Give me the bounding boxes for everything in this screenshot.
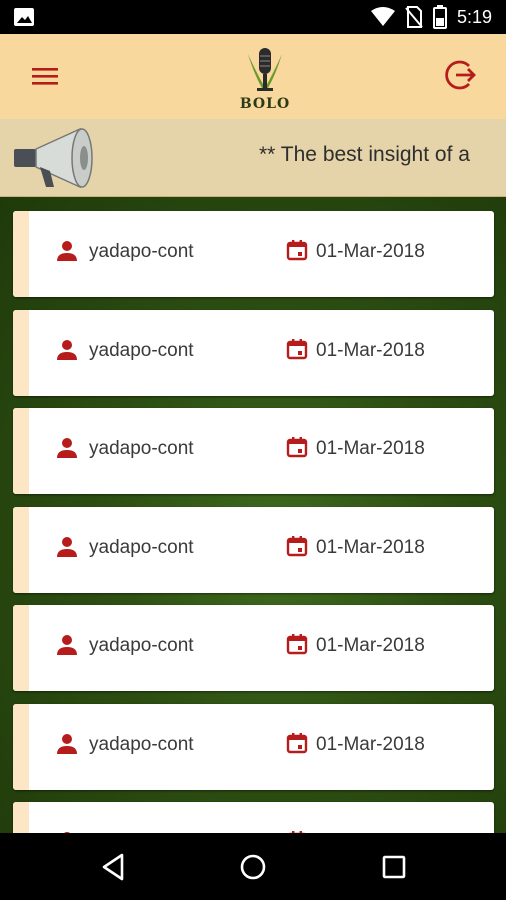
person-icon (57, 438, 77, 458)
post-user: yadapo-cont (89, 733, 194, 755)
status-time: 5:19 (456, 6, 492, 27)
navigation-bar (0, 833, 506, 900)
post-date: 01-Mar-2018 (316, 635, 425, 656)
calendar-icon (286, 338, 308, 359)
wifi-icon (370, 7, 395, 26)
post-user: yadapo-cont (89, 635, 194, 656)
post-card[interactable] (13, 802, 494, 833)
post-date: 01-Mar-2018 (316, 241, 425, 262)
calendar-icon (286, 732, 308, 753)
card-accent (13, 309, 29, 396)
post-card[interactable]: yadapo-cont 01-Mar-2018 (13, 506, 494, 593)
recents-icon[interactable] (377, 850, 411, 884)
post-card[interactable]: yadapo-cont 01-Mar-2018 (13, 211, 494, 297)
logo-text: BOLO (239, 96, 291, 112)
calendar-icon (286, 535, 308, 556)
post-card[interactable]: yadapo-cont 01-Mar-2018 (13, 408, 494, 494)
post-date: 01-Mar-2018 (316, 733, 425, 755)
post-list: yadapo-cont 01-Mar-2018 yadapo-cont 01-Mar-… (13, 211, 494, 833)
person-icon (57, 635, 77, 655)
post-user: yadapo-cont (89, 438, 194, 459)
bolo-logo: BOLO (232, 44, 298, 112)
post-date: 01-Mar-2018 (316, 339, 425, 361)
post-user: yadapo-cont (89, 536, 194, 558)
person-icon (57, 241, 77, 261)
post-user: yadapo-cont (89, 241, 194, 262)
post-card[interactable]: yadapo-cont 01-Mar-2018 (13, 703, 494, 790)
app-bar: BOLO (0, 34, 506, 119)
calendar-icon (286, 437, 308, 458)
post-card[interactable]: yadapo-cont 01-Mar-2018 (13, 605, 494, 691)
post-list-area[interactable]: yadapo-cont 01-Mar-2018 yadapo-cont 01-Mar-… (0, 197, 506, 833)
person-icon (57, 733, 77, 754)
card-accent (13, 605, 29, 691)
person-icon (57, 339, 77, 360)
calendar-icon (286, 240, 308, 261)
person-icon (57, 536, 77, 557)
home-icon[interactable] (236, 850, 270, 884)
microphone-corn-icon (248, 48, 282, 91)
announcement-text: ** The best insight of a (259, 143, 470, 166)
post-date: 01-Mar-2018 (316, 536, 425, 558)
post-date: 01-Mar-2018 (316, 438, 425, 459)
post-user: yadapo-cont (89, 339, 194, 361)
post-card[interactable]: yadapo-cont 01-Mar-2018 (13, 309, 494, 396)
battery-icon (432, 5, 447, 29)
logout-icon[interactable] (444, 58, 478, 92)
card-accent (13, 211, 29, 297)
card-accent (13, 506, 29, 593)
no-sim-icon (405, 6, 423, 28)
card-accent (13, 703, 29, 790)
calendar-icon (286, 634, 308, 655)
hamburger-menu-icon[interactable] (30, 62, 62, 90)
megaphone-icon (14, 127, 93, 189)
gallery-icon (14, 8, 34, 26)
card-accent (13, 802, 29, 833)
back-icon[interactable] (96, 850, 130, 884)
announcement-bar: ** The best insight of a (0, 119, 506, 197)
card-accent (13, 408, 29, 494)
status-bar: 5:19 (0, 0, 506, 34)
